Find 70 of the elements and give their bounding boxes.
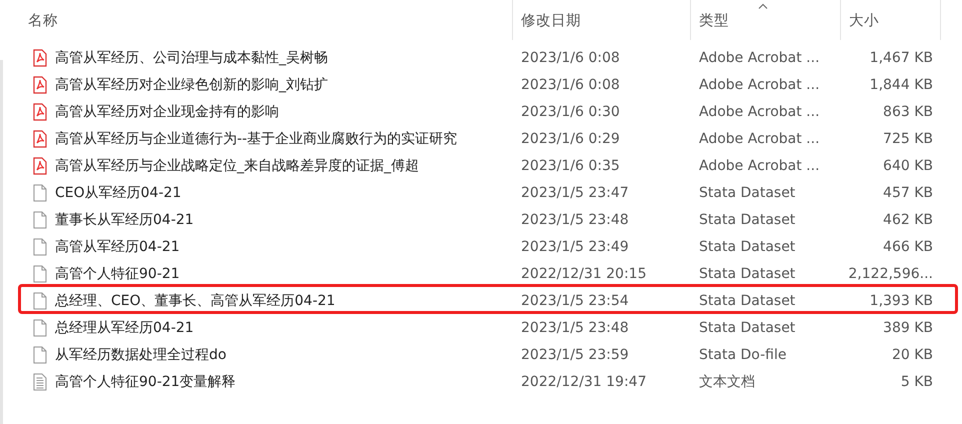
file-size: 389 KB bbox=[883, 320, 933, 336]
file-name[interactable]: 从军经历数据处理全过程do bbox=[55, 346, 226, 364]
pdf-file-icon bbox=[33, 76, 47, 94]
text-file-icon bbox=[33, 372, 47, 390]
file-name[interactable]: 高管个人特征90-21变量解释 bbox=[55, 372, 236, 390]
modified-date: 2022/12/31 19:47 bbox=[521, 374, 646, 390]
column-header[interactable]: 大小 bbox=[841, 0, 941, 40]
file-name[interactable]: 高管从军经历04-21 bbox=[55, 238, 180, 256]
file-size: 462 KB bbox=[883, 212, 933, 228]
file-size: 20 KB bbox=[892, 346, 933, 362]
file-name[interactable]: CEO从军经历04-21 bbox=[55, 184, 182, 202]
file-size: 1,844 KB bbox=[870, 76, 933, 92]
column-header[interactable]: 名称 bbox=[0, 0, 513, 40]
file-size: 863 KB bbox=[883, 104, 933, 120]
file-icon bbox=[33, 318, 47, 336]
pdf-file-icon bbox=[33, 48, 47, 66]
file-size: 2,122,596... bbox=[848, 266, 933, 282]
file-size: 1,393 KB bbox=[870, 292, 933, 308]
modified-date: 2023/1/6 0:35 bbox=[521, 158, 620, 174]
file-type: Adobe Acrobat ... bbox=[699, 158, 820, 174]
file-type: Adobe Acrobat ... bbox=[699, 50, 820, 66]
modified-date: 2023/1/5 23:48 bbox=[521, 320, 629, 336]
pdf-file-icon bbox=[33, 156, 47, 174]
file-type: Adobe Acrobat ... bbox=[699, 130, 820, 146]
file-type: Stata Dataset bbox=[699, 266, 796, 282]
modified-date: 2023/1/6 0:08 bbox=[521, 76, 620, 92]
column-header[interactable]: 修改日期 bbox=[513, 0, 691, 40]
sort-ascending-icon bbox=[758, 3, 768, 9]
file-size: 457 KB bbox=[883, 184, 933, 200]
file-name[interactable]: 总经理从军经历04-21 bbox=[55, 318, 194, 336]
modified-date: 2023/1/5 23:48 bbox=[521, 212, 629, 228]
file-icon bbox=[33, 210, 47, 228]
file-name[interactable]: 董事长从军经历04-21 bbox=[55, 210, 194, 228]
file-size: 466 KB bbox=[883, 238, 933, 254]
file-icon bbox=[33, 264, 47, 282]
file-type: Stata Dataset bbox=[699, 212, 796, 228]
modified-date: 2022/12/31 20:15 bbox=[521, 266, 646, 282]
modified-date: 2023/1/5 23:47 bbox=[521, 184, 629, 200]
file-icon bbox=[33, 238, 47, 256]
file-size: 5 KB bbox=[900, 374, 933, 390]
file-type: Stata Dataset bbox=[699, 184, 796, 200]
file-size: 725 KB bbox=[883, 130, 933, 146]
pdf-file-icon bbox=[33, 102, 47, 120]
file-name[interactable]: 总经理、CEO、董事长、高管从军经历04-21 bbox=[55, 292, 336, 310]
file-size: 640 KB bbox=[883, 158, 933, 174]
file-type: Stata Do-file bbox=[699, 346, 786, 362]
modified-date: 2023/1/5 23:49 bbox=[521, 238, 629, 254]
file-type: Stata Dataset bbox=[699, 238, 796, 254]
file-name[interactable]: 高管个人特征90-21 bbox=[55, 264, 180, 282]
file-type: 文本文档 bbox=[699, 374, 755, 390]
file-type: Adobe Acrobat ... bbox=[699, 104, 820, 120]
pdf-file-icon bbox=[33, 130, 47, 148]
file-icon bbox=[33, 346, 47, 364]
file-name[interactable]: 高管从军经历与企业战略定位_来自战略差异度的证据_傅超 bbox=[55, 156, 419, 174]
modified-date: 2023/1/6 0:30 bbox=[521, 104, 620, 120]
file-name[interactable]: 高管从军经历、公司治理与成本黏性_吴树畅 bbox=[55, 48, 328, 66]
file-name[interactable]: 高管从军经历对企业现金持有的影响 bbox=[55, 102, 279, 120]
modified-date: 2023/1/6 0:29 bbox=[521, 130, 620, 146]
file-icon bbox=[33, 184, 47, 202]
modified-date: 2023/1/5 23:54 bbox=[521, 292, 629, 308]
file-icon bbox=[33, 292, 47, 310]
file-type: Stata Dataset bbox=[699, 320, 796, 336]
modified-date: 2023/1/6 0:08 bbox=[521, 50, 620, 66]
modified-date: 2023/1/5 23:59 bbox=[521, 346, 629, 362]
column-header[interactable]: 类型 bbox=[691, 0, 841, 40]
file-type: Stata Dataset bbox=[699, 292, 796, 308]
file-size: 1,467 KB bbox=[870, 50, 933, 66]
file-type: Adobe Acrobat ... bbox=[699, 76, 820, 92]
file-name[interactable]: 高管从军经历与企业道德行为--基于企业商业腐败行为的实证研究 bbox=[55, 130, 458, 148]
file-name[interactable]: 高管从军经历对企业绿色创新的影响_刘钻扩 bbox=[55, 76, 328, 94]
